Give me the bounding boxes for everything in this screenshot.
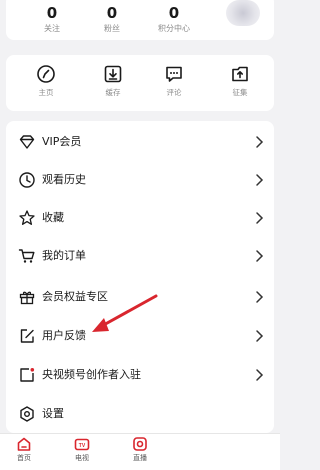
stat-points-count: 0	[168, 4, 180, 22]
menu-item-orders[interactable]: 我的订单	[6, 237, 274, 275]
chevron-right-icon	[256, 330, 264, 342]
menu-item-history[interactable]: 观看历史	[6, 161, 274, 199]
menu-item-label: 我的订单	[42, 249, 86, 262]
menu-item-label: 央视频号创作者入驻	[42, 368, 141, 381]
star-icon	[19, 210, 35, 225]
quick-action-cache-label: 缓存	[105, 88, 121, 97]
chevron-right-icon	[256, 212, 264, 224]
stat-fans[interactable]: 0 粉丝	[82, 0, 142, 34]
menu-item-label: 会员权益专区	[42, 290, 108, 303]
gift-icon	[19, 291, 35, 305]
quick-action-home[interactable]: 主页	[18, 64, 74, 97]
menu-item-label: VIP会员	[42, 135, 82, 148]
tab-tv[interactable]: TV 电视	[62, 436, 102, 463]
menu-item-label: 观看历史	[42, 173, 86, 186]
stat-fans-label: 粉丝	[104, 24, 120, 33]
menu-item-settings[interactable]: 设置	[6, 395, 274, 433]
stat-points-label: 积分中心	[158, 24, 190, 33]
live-icon	[133, 437, 147, 451]
quick-actions-card: 主页 缓存 评论 征集	[6, 55, 274, 111]
stat-following[interactable]: 0 关注	[22, 0, 82, 34]
comment-icon	[166, 66, 182, 82]
tab-tv-label: 电视	[75, 454, 89, 462]
menu-item-label: 设置	[42, 407, 64, 420]
tab-live-label: 直播	[133, 454, 147, 462]
svg-text:TV: TV	[79, 443, 86, 449]
menu-item-vip[interactable]: VIP会员	[6, 123, 274, 161]
quick-action-collect-label: 征集	[232, 88, 248, 97]
chevron-right-icon	[256, 291, 264, 303]
tab-home[interactable]: 首页	[4, 436, 44, 463]
creator-icon	[20, 368, 35, 382]
quick-action-home-label: 主页	[38, 88, 54, 97]
compass-icon	[37, 65, 55, 83]
menu-list-card: VIP会员 观看历史 收藏 我的订单 会员权益专区 用户反馈 央视频号创作者入驻…	[6, 121, 274, 433]
menu-item-creator[interactable]: 央视频号创作者入驻	[6, 356, 274, 394]
clock-icon	[19, 172, 35, 188]
tv-icon: TV	[74, 438, 90, 451]
stat-points[interactable]: 0 积分中心	[144, 0, 204, 34]
tab-live[interactable]: 直播	[120, 436, 160, 463]
download-icon	[104, 65, 122, 83]
chevron-right-icon	[256, 174, 264, 186]
settings-icon	[20, 406, 34, 422]
quick-action-cache[interactable]: 缓存	[85, 64, 141, 97]
bottom-navigation: 首页 TV 电视 直播	[0, 433, 280, 470]
quick-action-comments[interactable]: 评论	[146, 64, 202, 97]
blurred-badge	[226, 0, 260, 26]
home-icon	[17, 437, 31, 451]
tab-home-label: 首页	[17, 454, 31, 462]
stats-card: 0 关注 0 粉丝 0 积分中心	[6, 0, 274, 40]
menu-item-feedback[interactable]: 用户反馈	[6, 317, 274, 355]
cart-icon	[18, 249, 35, 263]
menu-item-favorites[interactable]: 收藏	[6, 199, 274, 237]
quick-action-collect[interactable]: 征集	[212, 64, 268, 97]
chevron-right-icon	[256, 250, 264, 262]
edit-icon	[20, 329, 34, 343]
menu-item-label: 收藏	[42, 211, 64, 224]
diamond-icon	[19, 135, 35, 149]
stat-fans-count: 0	[106, 4, 118, 22]
menu-item-member-benefits[interactable]: 会员权益专区	[6, 278, 274, 316]
collect-box-icon	[232, 66, 248, 82]
stat-following-label: 关注	[44, 24, 60, 33]
chevron-right-icon	[256, 136, 264, 148]
quick-action-comments-label: 评论	[166, 88, 182, 97]
stat-following-count: 0	[46, 4, 58, 22]
menu-item-label: 用户反馈	[42, 329, 86, 342]
chevron-right-icon	[256, 369, 264, 381]
